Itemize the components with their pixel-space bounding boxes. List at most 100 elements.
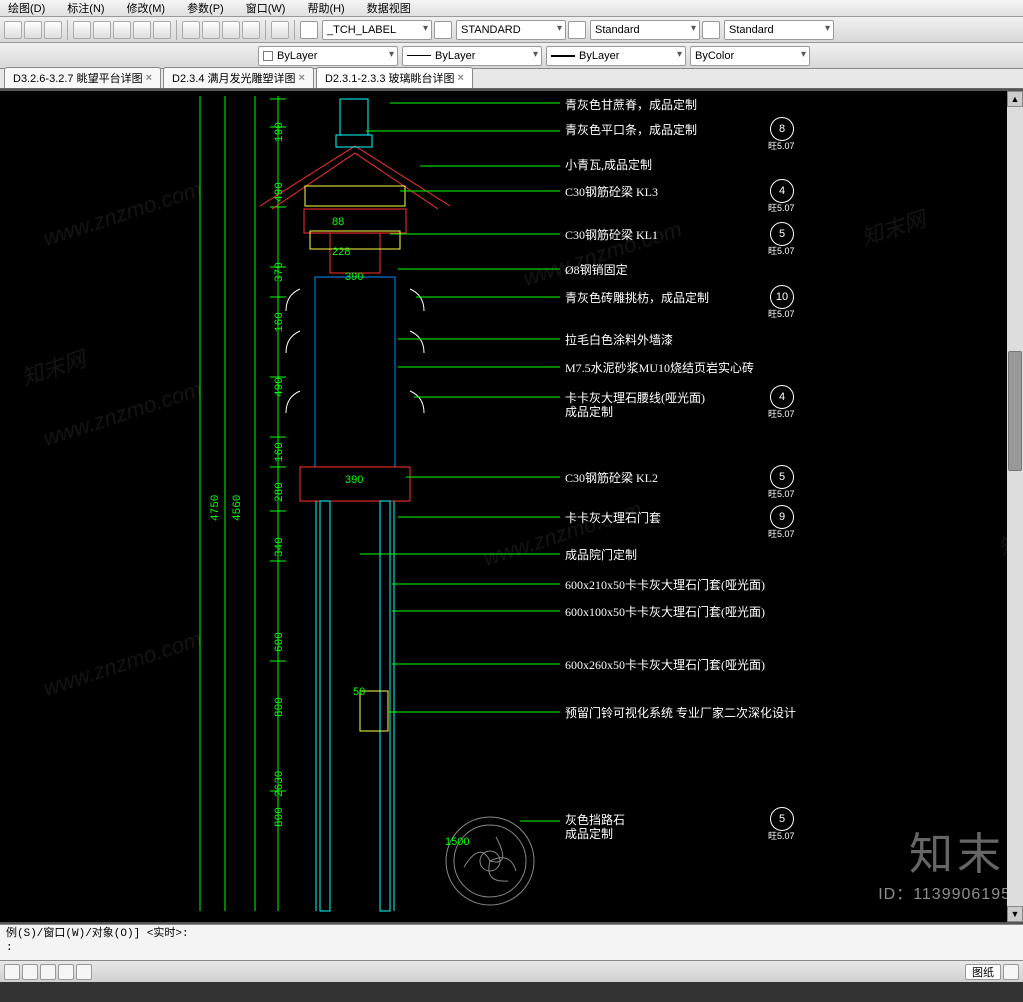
combo-lineweight-label: ByLayer — [579, 50, 619, 62]
combo-tablestyle[interactable]: Standard — [590, 20, 700, 40]
watermark-id: ID：1139906195 — [878, 880, 1011, 904]
annotation-sub: 成品定制 — [565, 403, 613, 420]
close-icon[interactable]: × — [299, 72, 305, 84]
annotation-label: 卡卡灰大理石门套 — [565, 509, 661, 526]
scroll-down-icon[interactable]: ▼ — [1007, 906, 1023, 922]
tool-icon[interactable] — [153, 21, 171, 39]
annotation-label: 600x260x50卡卡灰大理石门套(哑光面) — [565, 656, 765, 673]
tab-d234[interactable]: D2.3.4 满月发光雕塑详图× — [163, 67, 314, 88]
detail-callout-ref: 旺5.07 — [768, 244, 795, 257]
dimension-value: 340 — [274, 537, 286, 557]
drawing-canvas[interactable]: 1904903701604901602803406002630800800 45… — [0, 89, 1023, 924]
combo-color[interactable]: ByLayer — [258, 46, 398, 66]
dimension-value: 1500 — [445, 836, 469, 848]
tool-icon[interactable] — [133, 21, 151, 39]
combo-dimstyle[interactable]: STANDARD — [456, 20, 566, 40]
menu-bar: 绘图(D) 标注(N) 修改(M) 参数(P) 窗口(W) 帮助(H) 数据视图 — [0, 0, 1023, 17]
tool-icon[interactable] — [113, 21, 131, 39]
mleaderstyle-icon[interactable] — [702, 21, 720, 39]
detail-callout-ref: 旺5.07 — [768, 487, 795, 500]
tablestyle-icon[interactable] — [568, 21, 586, 39]
dimstyle-icon[interactable] — [434, 21, 452, 39]
tab-d326[interactable]: D3.2.6-3.2.7 眺望平台详图× — [4, 67, 161, 88]
combo-plotstyle[interactable]: ByColor — [690, 46, 810, 66]
menu-draw[interactable]: 绘图(D) — [8, 0, 45, 16]
tool-icon[interactable] — [24, 21, 42, 39]
tool-icon[interactable] — [44, 21, 62, 39]
dimension-value: 228 — [332, 246, 350, 258]
tool-icon[interactable] — [73, 21, 91, 39]
textstyle-icon[interactable] — [300, 21, 318, 39]
dimension-value: 390 — [345, 271, 363, 283]
toolbar-main: _TCH_LABEL STANDARD Standard Standard — [0, 17, 1023, 43]
annotation-label: 青灰色砖雕挑枋，成品定制 — [565, 289, 709, 306]
status-bar: 图纸 — [0, 960, 1023, 982]
tool-icon[interactable] — [202, 21, 220, 39]
status-icon[interactable] — [4, 964, 20, 980]
tab-label: D3.2.6-3.2.7 眺望平台详图 — [13, 70, 143, 86]
annotation-label: C30钢筋砼梁 KL1 — [565, 226, 658, 243]
status-icon[interactable] — [22, 964, 38, 980]
combo-mleaderstyle[interactable]: Standard — [724, 20, 834, 40]
annotation-label: 预留门铃可视化系统 专业厂家二次深化设计 — [565, 704, 796, 721]
dimension-value: 280 — [274, 482, 286, 502]
detail-callout-ref: 旺5.07 — [768, 527, 795, 540]
vertical-scrollbar[interactable]: ▲ ▼ — [1007, 91, 1023, 922]
menu-help[interactable]: 帮助(H) — [307, 0, 344, 16]
status-icon[interactable] — [58, 964, 74, 980]
detail-callout: 8 — [770, 117, 794, 141]
separator — [265, 20, 266, 40]
combo-textstyle[interactable]: _TCH_LABEL — [322, 20, 432, 40]
annotation-label: C30钢筋砼梁 KL3 — [565, 183, 658, 200]
dimension-value: 490 — [274, 377, 286, 397]
tab-label: D2.3.1-2.3.3 玻璃眺台详图 — [325, 70, 455, 86]
dimension-overall: 4560 — [232, 495, 244, 521]
command-line[interactable]: 例(S)/窗口(W)/对象(O)] <实时>: : — [0, 924, 1023, 960]
tool-icon[interactable] — [222, 21, 240, 39]
menu-dataview[interactable]: 数据视图 — [367, 0, 411, 16]
command-history: 例(S)/窗口(W)/对象(O)] <实时>: — [6, 927, 1017, 941]
combo-linetype[interactable]: ByLayer — [402, 46, 542, 66]
status-icon[interactable] — [76, 964, 92, 980]
dimension-value: 88 — [332, 216, 344, 228]
command-prompt[interactable]: : — [6, 941, 1017, 955]
annotation-label: M7.5水泥砂浆MU10烧结页岩实心砖 — [565, 359, 754, 376]
combo-color-label: ByLayer — [277, 50, 317, 62]
close-icon[interactable]: × — [458, 72, 464, 84]
annotation-label: 600x100x50卡卡灰大理石门套(哑光面) — [565, 603, 765, 620]
watermark-brand: 知末 — [909, 818, 1005, 882]
status-icon[interactable] — [40, 964, 56, 980]
scroll-up-icon[interactable]: ▲ — [1007, 91, 1023, 107]
detail-callout: 4 — [770, 179, 794, 203]
tab-d231[interactable]: D2.3.1-2.3.3 玻璃眺台详图× — [316, 67, 473, 88]
annotation-sub: 成品定制 — [565, 825, 613, 842]
annotation-label: 青灰色甘蔗脊，成品定制 — [565, 96, 697, 113]
status-icon[interactable] — [1003, 964, 1019, 980]
menu-dimension[interactable]: 标注(N) — [67, 0, 104, 16]
scroll-thumb[interactable] — [1008, 351, 1022, 471]
detail-callout-ref: 旺5.07 — [768, 307, 795, 320]
menu-modify[interactable]: 修改(M) — [127, 0, 166, 16]
close-icon[interactable]: × — [146, 72, 152, 84]
paper-label[interactable]: 图纸 — [965, 964, 1001, 980]
annotation-label: 成品院门定制 — [565, 546, 637, 563]
annotation-label: 拉毛白色涂料外墙漆 — [565, 331, 673, 348]
annotation-label: 600x210x50卡卡灰大理石门套(哑光面) — [565, 576, 765, 593]
tool-icon[interactable] — [93, 21, 111, 39]
menu-parametric[interactable]: 参数(P) — [187, 0, 224, 16]
tool-icon[interactable] — [242, 21, 260, 39]
combo-linetype-label: ByLayer — [435, 50, 475, 62]
annotation-label: C30钢筋砼梁 KL2 — [565, 469, 658, 486]
detail-callout: 4 — [770, 385, 794, 409]
dimension-overall: 4750 — [210, 495, 222, 521]
tool-icon[interactable] — [271, 21, 289, 39]
combo-lineweight[interactable]: ByLayer — [546, 46, 686, 66]
menu-window[interactable]: 窗口(W) — [246, 0, 286, 16]
detail-callout-ref: 旺5.07 — [768, 201, 795, 214]
dimension-value: 390 — [345, 474, 363, 486]
dimension-value: 370 — [274, 262, 286, 282]
tool-icon[interactable] — [182, 21, 200, 39]
dimension-value: 800 — [274, 807, 286, 827]
separator — [176, 20, 177, 40]
tool-icon[interactable] — [4, 21, 22, 39]
